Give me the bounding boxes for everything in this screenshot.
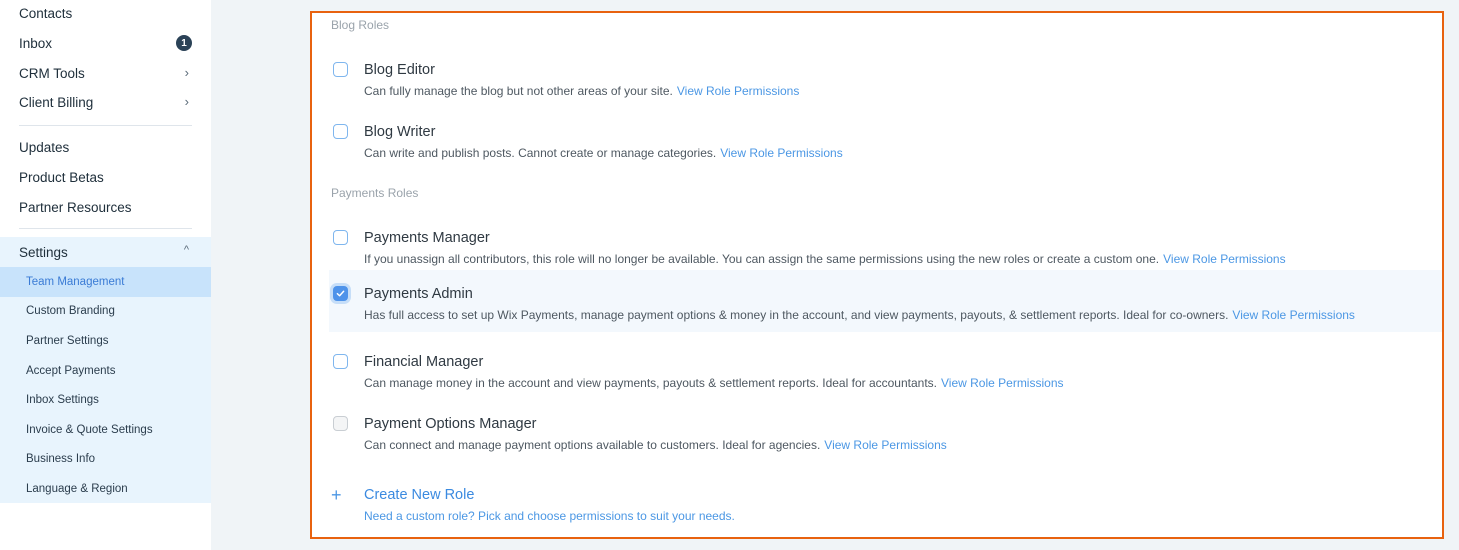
role-description-text: Can manage money in the account and view… [364, 376, 937, 390]
sidebar-item-partner-resources[interactable]: Partner Resources [0, 192, 211, 222]
sidebar-item-label: Product Betas [19, 169, 104, 185]
chevron-right-icon: › [184, 94, 189, 109]
sidebar-divider [19, 125, 192, 126]
view-role-permissions-link[interactable]: View Role Permissions [1232, 308, 1355, 322]
role-description: Can connect and manage payment options a… [364, 438, 947, 452]
chevron-up-icon: ^ [183, 244, 189, 256]
unread-count-badge: 1 [176, 35, 192, 51]
sidebar-item-label: Inbox [19, 35, 53, 51]
settings-section: Settings ^ Team Management Custom Brandi… [0, 237, 211, 503]
sidebar-item-label: Updates [19, 139, 70, 155]
role-description: Can fully manage the blog but not other … [364, 84, 799, 98]
role-description: Has full access to set up Wix Payments, … [364, 308, 1355, 322]
role-description: Can write and publish posts. Cannot crea… [364, 146, 843, 160]
role-description: Can manage money in the account and view… [364, 376, 1064, 390]
sidebar-item-updates[interactable]: Updates [0, 132, 211, 162]
role-title: Financial Manager [364, 354, 484, 370]
role-title: Payments Admin [364, 286, 473, 302]
role-payments-admin: Payments Admin Has full access to set up… [329, 270, 1442, 332]
role-checkbox[interactable] [333, 62, 348, 77]
sidebar-item-client-billing[interactable]: Client Billing › [0, 87, 211, 117]
create-new-role-button[interactable]: Create New Role [364, 487, 474, 503]
role-checkbox-checked[interactable] [333, 286, 348, 301]
create-new-role[interactable]: + Create New Role Need a custom role? Pi… [329, 485, 929, 529]
sidebar-item-contacts[interactable]: Contacts [0, 0, 211, 28]
sidebar-subitem-label: Accept Payments [26, 364, 116, 377]
section-label-payments-roles: Payments Roles [331, 186, 419, 200]
sidebar-subitem-business-info[interactable]: Business Info [0, 445, 211, 475]
checkmark-icon [336, 290, 345, 297]
role-blog-editor: Blog Editor Can fully manage the blog bu… [329, 49, 1442, 111]
role-title: Payment Options Manager [364, 416, 537, 432]
view-role-permissions-link[interactable]: View Role Permissions [941, 376, 1064, 390]
role-checkbox-disabled [333, 416, 348, 431]
sidebar: Contacts Inbox 1 CRM Tools › Client Bill… [0, 0, 211, 550]
role-description: If you unassign all contributors, this r… [364, 252, 1286, 266]
sidebar-subitem-team-management[interactable]: Team Management [0, 267, 211, 297]
sidebar-subitem-custom-branding[interactable]: Custom Branding [0, 297, 211, 327]
role-description-text: Has full access to set up Wix Payments, … [364, 308, 1229, 322]
role-financial-manager: Financial Manager Can manage money in th… [329, 341, 1442, 403]
sidebar-subitem-label: Business Info [26, 453, 96, 466]
role-title: Blog Editor [364, 62, 435, 78]
sidebar-item-crm-tools[interactable]: CRM Tools › [0, 58, 211, 88]
plus-icon: + [331, 485, 342, 505]
role-title: Payments Manager [364, 230, 490, 246]
create-new-role-subtitle: Need a custom role? Pick and choose perm… [364, 509, 735, 523]
sidebar-subitem-invoice-quote-settings[interactable]: Invoice & Quote Settings [0, 415, 211, 445]
sidebar-subitem-label: Partner Settings [26, 334, 109, 347]
sidebar-subitem-language-region[interactable]: Language & Region [0, 474, 211, 504]
sidebar-item-settings[interactable]: Settings ^ [0, 237, 211, 267]
sidebar-item-label: Client Billing [19, 94, 94, 110]
role-checkbox[interactable] [333, 230, 348, 245]
view-role-permissions-link[interactable]: View Role Permissions [720, 146, 843, 160]
sidebar-subitem-label: Team Management [26, 275, 125, 288]
section-label-blog-roles: Blog Roles [331, 18, 390, 32]
sidebar-subitem-label: Custom Branding [26, 305, 115, 318]
role-title: Blog Writer [364, 124, 436, 140]
sidebar-divider [19, 228, 192, 229]
view-role-permissions-link[interactable]: View Role Permissions [1163, 252, 1286, 266]
role-checkbox[interactable] [333, 354, 348, 369]
sidebar-subitem-accept-payments[interactable]: Accept Payments [0, 356, 211, 386]
sidebar-subitem-inbox-settings[interactable]: Inbox Settings [0, 385, 211, 415]
sidebar-subitem-partner-settings[interactable]: Partner Settings [0, 326, 211, 356]
sidebar-item-label: CRM Tools [19, 65, 85, 81]
sidebar-item-label: Settings [19, 244, 68, 260]
role-payment-options-manager: Payment Options Manager Can connect and … [329, 403, 1442, 465]
view-role-permissions-link[interactable]: View Role Permissions [677, 84, 800, 98]
role-description-text: Can connect and manage payment options a… [364, 438, 821, 452]
sidebar-item-inbox[interactable]: Inbox 1 [0, 28, 211, 58]
chevron-right-icon: › [184, 65, 189, 80]
roles-panel: Blog Roles Blog Editor Can fully manage … [310, 11, 1444, 539]
sidebar-subitem-label: Language & Region [26, 482, 128, 495]
view-role-permissions-link[interactable]: View Role Permissions [824, 438, 947, 452]
role-blog-writer: Blog Writer Can write and publish posts.… [329, 111, 1442, 173]
role-checkbox[interactable] [333, 124, 348, 139]
role-description-text: Can write and publish posts. Cannot crea… [364, 146, 717, 160]
sidebar-item-label: Partner Resources [19, 199, 132, 215]
role-description-text: If you unassign all contributors, this r… [364, 252, 1160, 266]
sidebar-item-label: Contacts [19, 5, 73, 21]
sidebar-subitem-label: Inbox Settings [26, 394, 99, 407]
sidebar-subitem-label: Invoice & Quote Settings [26, 423, 153, 436]
role-description-text: Can fully manage the blog but not other … [364, 84, 673, 98]
sidebar-item-product-betas[interactable]: Product Betas [0, 162, 211, 192]
